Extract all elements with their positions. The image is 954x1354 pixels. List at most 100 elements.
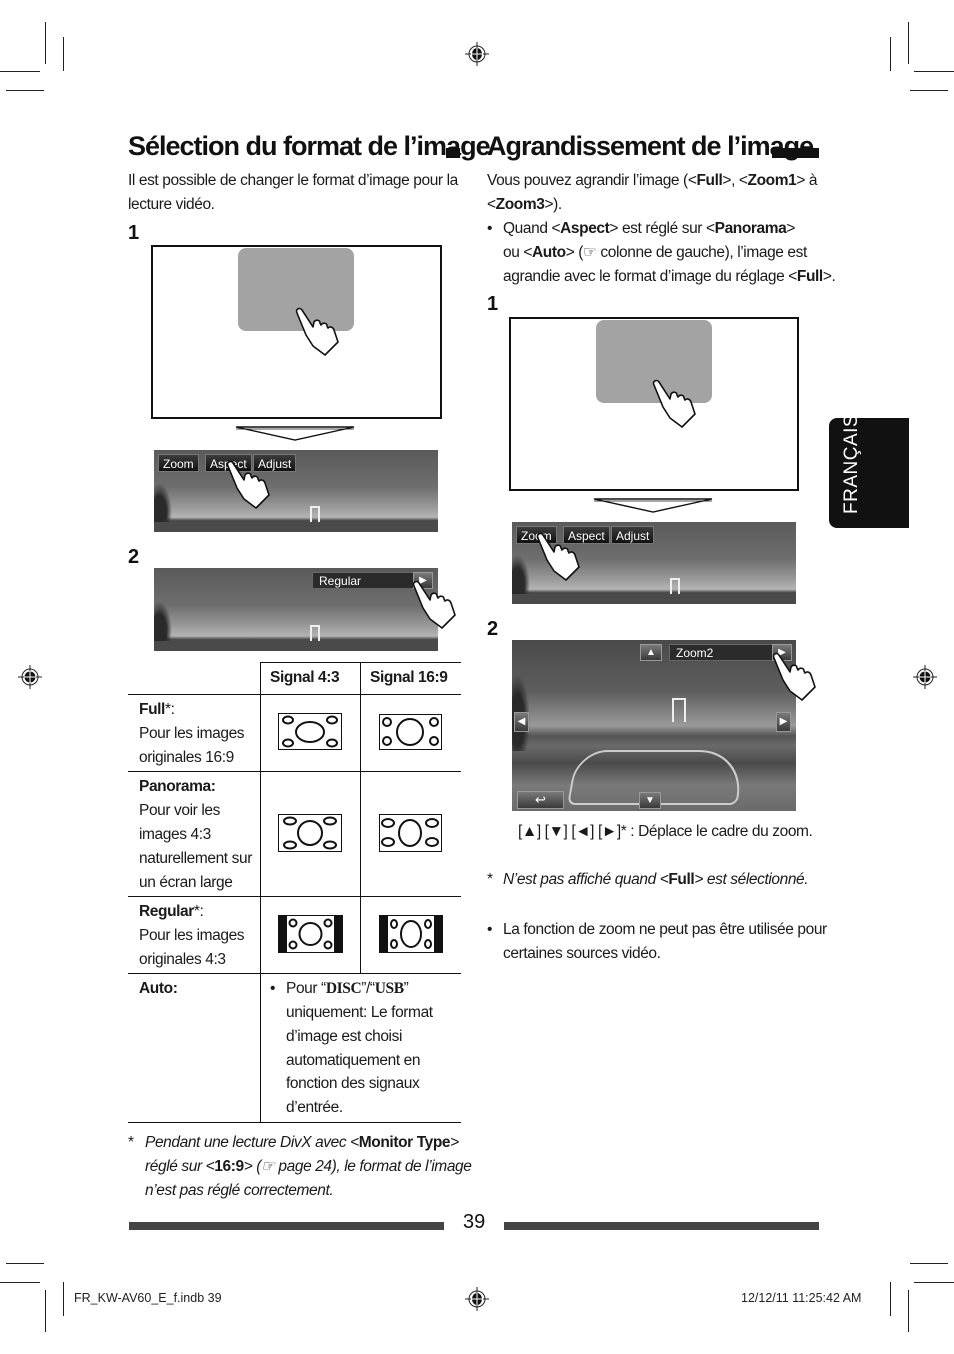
footnote-bold: Full xyxy=(668,871,695,888)
intro-bold: Zoom3 xyxy=(495,196,545,213)
left-step-1-number: 1 xyxy=(128,222,140,244)
bridge-tower xyxy=(310,506,320,522)
table-header-signal-4-3: Signal 4:3 xyxy=(270,669,340,686)
auto-desc-line: automatiquement en xyxy=(286,1052,421,1069)
title-bar-decoration xyxy=(772,148,819,158)
crop-mark xyxy=(45,22,46,64)
row-name: Full xyxy=(139,701,165,718)
intro-bold: Full xyxy=(696,172,723,189)
table-row-auto-label: Auto: xyxy=(139,980,178,997)
registration-mark-icon xyxy=(465,1287,489,1311)
intro-text: < xyxy=(487,196,496,213)
aspect-full-4-3-icon xyxy=(278,713,342,750)
crop-mark xyxy=(910,1263,948,1264)
back-button[interactable]: ↩ xyxy=(517,791,564,809)
finger-tap-icon xyxy=(226,460,270,509)
footnote-text: > est sélectionné. xyxy=(694,871,809,888)
left-section-title: Sélection du format de l’image xyxy=(128,131,491,161)
aspect-panorama-16-9-icon xyxy=(379,814,442,852)
bullet-text: > (☞ colonne de gauche), l’image est xyxy=(565,244,808,261)
crop-mark xyxy=(63,1282,64,1316)
table-row-regular-desc: originales 4:3 xyxy=(139,951,226,968)
page-footer-bar-right xyxy=(504,1222,819,1230)
finger-tap-icon xyxy=(652,379,696,428)
crop-mark xyxy=(0,71,40,72)
crop-mark xyxy=(890,1282,891,1316)
bullet-text: agrandie avec le format d’image du régla… xyxy=(503,268,797,285)
intro-bold: Zoom1 xyxy=(747,172,797,189)
move-up-button[interactable]: ▲ xyxy=(640,644,662,661)
crop-mark xyxy=(914,1282,954,1283)
right-osd-zoom-screenshot xyxy=(512,640,796,811)
bullet-bold: Full xyxy=(796,268,823,285)
intro-text: > à xyxy=(796,172,818,189)
auto-desc-line: uniquement: Le format xyxy=(286,1004,433,1021)
ground xyxy=(512,594,796,604)
table-row-panorama-desc: un écran large xyxy=(139,874,233,891)
right-footnote: N’est pas affiché quand <Full> est sélec… xyxy=(503,868,809,892)
aspect-value-field: Regular xyxy=(312,572,414,589)
bullet-bold: Auto xyxy=(532,244,566,261)
crop-mark xyxy=(890,37,891,71)
osd-adjust-button[interactable]: Adjust xyxy=(611,526,655,544)
table-line xyxy=(128,1122,461,1123)
bullet-text: > xyxy=(786,220,796,237)
table-row-full-label: Full*: xyxy=(139,698,175,722)
intro-text: >, < xyxy=(722,172,748,189)
ground xyxy=(154,522,438,532)
finger-tap-icon xyxy=(536,532,580,581)
crop-mark xyxy=(908,1290,909,1332)
table-line xyxy=(128,771,461,772)
table-line xyxy=(128,694,461,695)
table-line xyxy=(128,896,461,897)
auto-desc-line: d’entrée. xyxy=(286,1099,343,1116)
move-right-button[interactable]: ▶ xyxy=(776,712,791,732)
aspect-regular-4-3-icon xyxy=(278,915,343,953)
row-name: Regular xyxy=(139,903,194,920)
registration-mark-icon xyxy=(913,665,937,689)
auto-text: ”/“ xyxy=(361,980,375,997)
table-row-panorama-desc: naturellement sur xyxy=(139,850,252,867)
finger-tap-icon xyxy=(772,652,816,701)
title-bar-decoration xyxy=(446,148,460,158)
left-footnote-line-2: réglé sur <16:9> (☞ page 24), le format … xyxy=(145,1155,472,1179)
table-row-full-desc: Pour les images xyxy=(139,725,245,742)
table-row-regular-desc: Pour les images xyxy=(139,927,245,944)
osd-zoom-button[interactable]: Zoom xyxy=(158,454,199,472)
crop-mark xyxy=(908,22,909,64)
footnote-text: N’est pas affiché quand < xyxy=(503,871,669,888)
table-row-panorama-label: Panorama: xyxy=(139,778,216,795)
ground xyxy=(154,641,438,651)
aspect-panorama-4-3-icon xyxy=(278,814,342,852)
bullet-bold: Aspect xyxy=(560,220,610,237)
zoom-value-field: Zoom2 xyxy=(669,644,775,661)
left-footnote-line-3: n’est pas réglé correctement. xyxy=(145,1182,334,1199)
right-step-1-number: 1 xyxy=(487,293,499,315)
bridge-tower xyxy=(310,625,320,641)
right-bullet-line-2: ou <Auto> (☞ colonne de gauche), l’image… xyxy=(503,241,807,265)
auto-usb: USB xyxy=(374,980,404,997)
auto-bullet: • xyxy=(270,980,276,997)
auto-text: ” xyxy=(403,980,409,997)
arrow-down-icon xyxy=(593,498,713,513)
right-bullet-line-1: Quand <Aspect> est réglé sur <Panorama> xyxy=(503,217,795,241)
crop-mark xyxy=(45,1290,46,1332)
crop-mark xyxy=(6,1263,44,1264)
right-step-2-number: 2 xyxy=(487,618,499,640)
move-left-button[interactable]: ◀ xyxy=(514,712,529,732)
right-bullet: • xyxy=(487,220,493,237)
footnote-text: réglé sur < xyxy=(145,1158,215,1175)
slug-filename: FR_KW-AV60_E_f.indb 39 xyxy=(74,1291,222,1305)
left-intro-line-2: lecture vidéo. xyxy=(128,196,215,213)
table-row-panorama-desc: Pour voir les xyxy=(139,802,220,819)
registration-mark-icon xyxy=(18,665,42,689)
left-footnote-line-1: Pendant une lecture DivX avec <Monitor T… xyxy=(145,1131,459,1155)
aspect-full-16-9-icon xyxy=(379,714,442,750)
table-row-regular-label: Regular*: xyxy=(139,900,204,924)
right-note-line-1: La fonction de zoom ne peut pas être uti… xyxy=(503,921,827,938)
left-step-2-number: 2 xyxy=(128,546,140,568)
bullet-bold: Panorama xyxy=(714,220,787,237)
auto-desc-line: fonction des signaux xyxy=(286,1075,420,1092)
bullet-text: Quand < xyxy=(503,220,561,237)
move-down-button[interactable]: ▼ xyxy=(639,792,661,809)
